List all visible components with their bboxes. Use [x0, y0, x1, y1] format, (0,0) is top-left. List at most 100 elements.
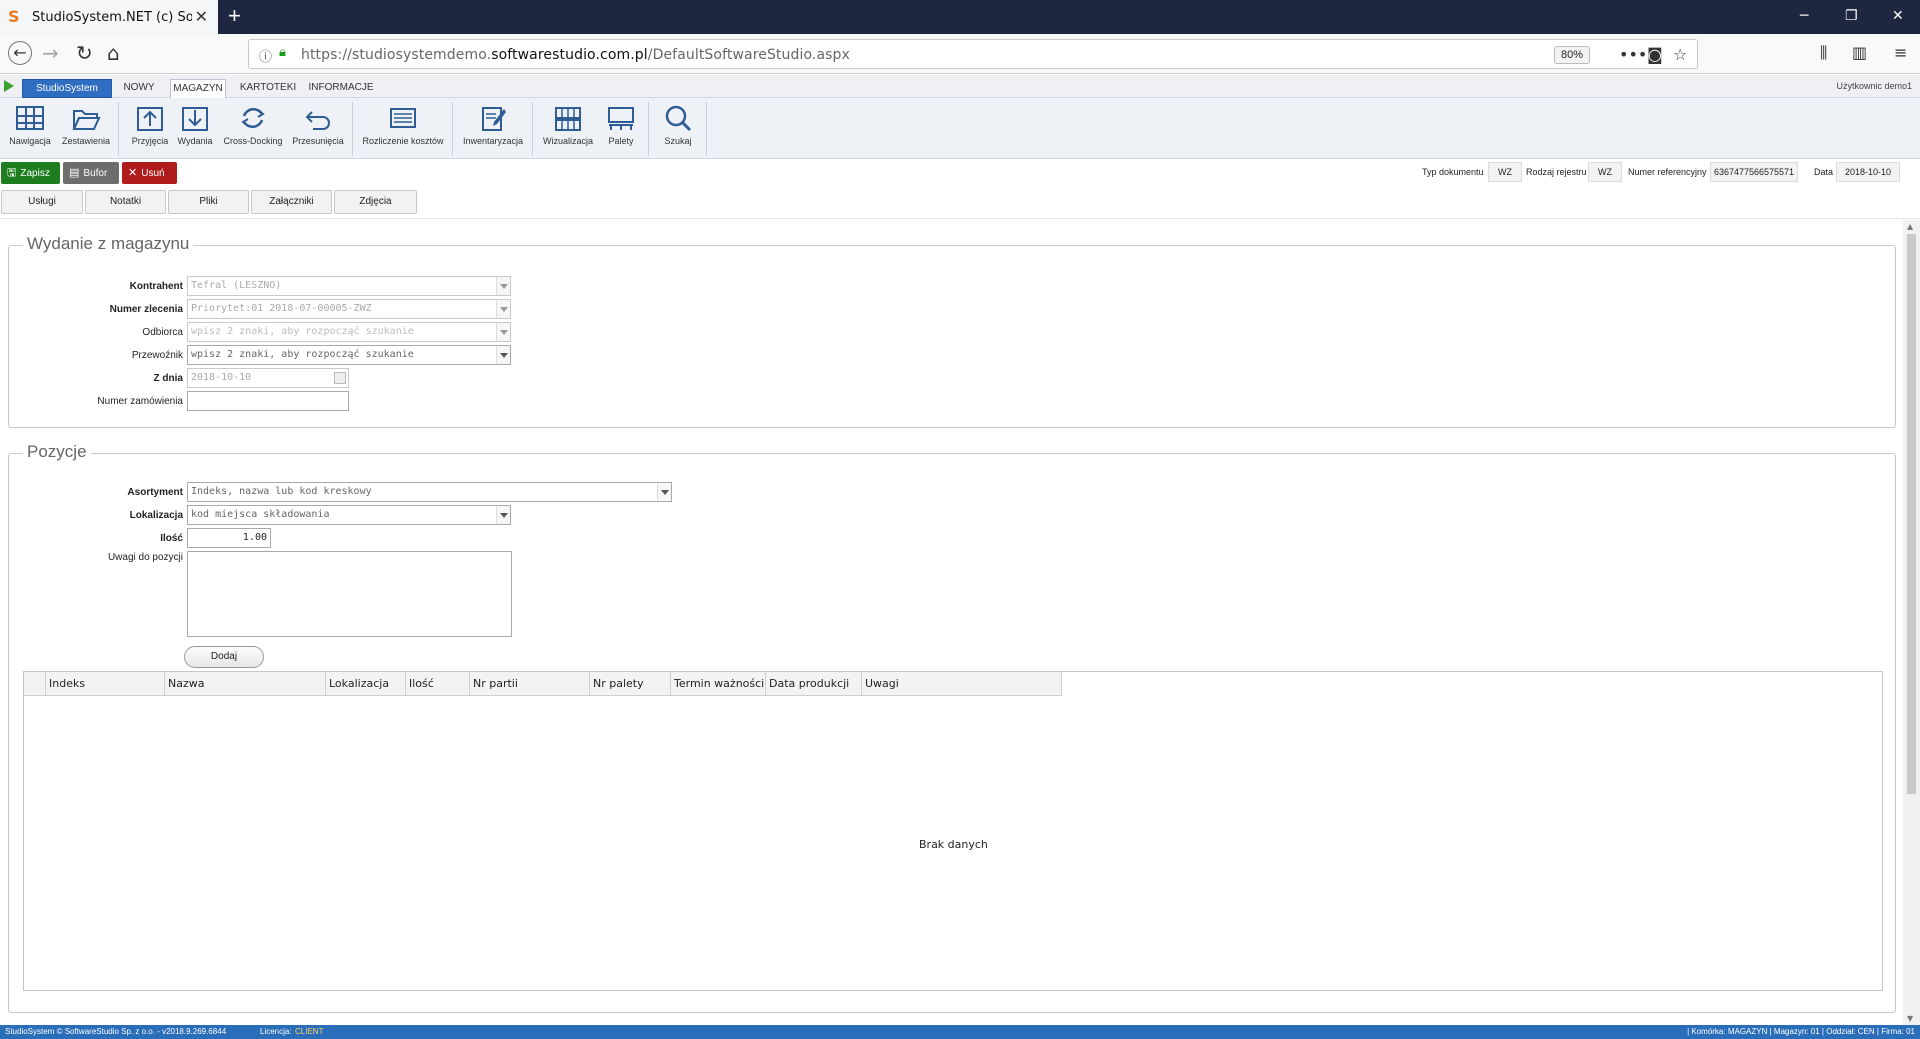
buffer-button[interactable]: ▤ Bufor [63, 162, 119, 184]
new-tab-icon[interactable]: + [228, 5, 241, 27]
grid-col-nr-palety[interactable]: Nr palety [590, 672, 671, 696]
ref-number-value: 636747756657557​1 [1710, 162, 1798, 182]
chevron-down-icon[interactable] [657, 483, 671, 501]
add-button[interactable]: Dodaj [184, 646, 264, 668]
lock-icon[interactable]: 🔒︎ [279, 45, 286, 60]
ribbon-separator [352, 102, 353, 156]
user-label: Użytkownic demo1 [1836, 81, 1912, 91]
scroll-up-icon[interactable]: ▲ [1907, 222, 1913, 231]
tab-close-icon[interactable]: ✕ [195, 7, 208, 27]
uwagi-label: Uwagi do pozycji [107, 552, 183, 563]
reload-icon[interactable]: ↻ [76, 42, 93, 64]
ribbon-palety-button[interactable]: Palety [600, 104, 642, 156]
back-icon[interactable]: ← [8, 41, 32, 65]
chevron-down-icon[interactable] [496, 323, 510, 341]
menu-icon[interactable]: ≡ [1894, 42, 1907, 64]
tab-magazyn[interactable]: MAGAZYN [170, 79, 226, 98]
purchase-order-field[interactable] [187, 391, 349, 411]
location-field[interactable]: kod miejsca składowania [187, 505, 511, 525]
ribbon-inwentaryzacja-button[interactable]: Inwentaryzacja [460, 104, 526, 156]
minimize-icon[interactable]: ─ [1800, 8, 1808, 24]
chevron-down-icon[interactable] [496, 506, 510, 524]
window-close-icon[interactable]: ✕ [1892, 8, 1904, 24]
scroll-down-icon[interactable]: ▼ [1907, 1014, 1913, 1023]
asortyment-label: Asortyment [127, 487, 183, 498]
tab-zalaczniki[interactable]: Załączniki [251, 190, 332, 214]
ribbon-szukaj-button[interactable]: Szukaj [656, 104, 700, 156]
tab-informacje[interactable]: INFORMACJE [308, 79, 374, 98]
grid-col-select[interactable] [24, 672, 46, 696]
vertical-scrollbar[interactable]: ▲ ▼ [1903, 220, 1920, 1025]
quantity-field[interactable]: 1.00 [187, 528, 271, 548]
grid-col-lokalizacja[interactable]: Lokalizacja [326, 672, 406, 696]
ribbon-nawigacja-button[interactable]: Nawigacja [6, 104, 54, 156]
date-value: 2018-10-10 [1836, 162, 1900, 182]
tab-kartoteki[interactable]: KARTOTEKI [238, 79, 298, 98]
delete-button[interactable]: ✕ Usuń [122, 162, 177, 184]
info-icon[interactable]: ⓘ [259, 46, 272, 65]
register-value: WZ [1588, 162, 1622, 182]
scrollbar-thumb[interactable] [1907, 234, 1916, 794]
tab-title: StudioSystem.NET (c) Software [32, 9, 192, 25]
chevron-down-icon[interactable] [496, 300, 510, 318]
ribbon-wizualizacja-button[interactable]: Wizualizacja [540, 104, 596, 156]
restore-icon[interactable]: ❐ [1845, 8, 1858, 24]
grid-col-data-produkcji[interactable]: Data produkcji [766, 672, 862, 696]
main-content: Wydanie z magazynu Kontrahent Tefral (LE… [0, 220, 1903, 1025]
grid-col-termin-waznosci[interactable]: Termin ważności [671, 672, 766, 696]
forward-icon[interactable]: → [42, 42, 59, 64]
tab-uslugi[interactable]: Usługi [1, 190, 83, 214]
grid-col-uwagi[interactable]: Uwagi [862, 672, 1062, 696]
tab-pliki[interactable]: Pliki [168, 190, 249, 214]
carrier-field[interactable]: wpisz 2 znaki, aby rozpocząć szukanie [187, 345, 511, 365]
url-text[interactable]: https://studiosystemdemo.softwarestudio.… [301, 47, 850, 63]
grid-col-nazwa[interactable]: Nazwa [165, 672, 326, 696]
grid-col-indeks[interactable]: Indeks [46, 672, 165, 696]
tab-nowy[interactable]: NOWY [118, 79, 160, 98]
sidebar-icon[interactable]: ▥ [1852, 42, 1867, 64]
issue-header-panel: Wydanie z magazynu Kontrahent Tefral (LE… [8, 234, 1896, 428]
clipboard-edit-icon [482, 107, 506, 131]
pocket-icon[interactable]: ◙ [1647, 45, 1663, 64]
grid-header: Indeks Nazwa Lokalizacja Ilość Nr partii… [24, 672, 1062, 696]
warehouse-racks-icon [16, 106, 44, 130]
tab-notatki[interactable]: Notatki [85, 190, 166, 214]
kontrahent-label: Kontrahent [129, 281, 183, 292]
odbiorca-label: Odbiorca [142, 327, 183, 338]
page-actions-icon[interactable]: ••• [1619, 45, 1647, 64]
calendar-icon[interactable] [334, 372, 346, 384]
save-button[interactable]: 🖫︎ Zapisz [1, 162, 60, 184]
position-notes-textarea[interactable] [187, 551, 512, 637]
ribbon-separator [532, 102, 533, 156]
status-bar: StudioSystem © SoftwareStudio Sp. z o.o.… [0, 1025, 1920, 1039]
date-field[interactable]: 2018-10-10 [187, 368, 349, 388]
empty-grid-message: Brak danych [919, 838, 988, 851]
ribbon-zestawienia-button[interactable]: Zestawienia [60, 104, 112, 156]
play-icon[interactable] [4, 80, 14, 92]
zoom-level[interactable]: 80% [1554, 46, 1590, 64]
kontrahent-field[interactable]: Tefral (LESZNO) [187, 276, 511, 296]
grid-col-nr-partii[interactable]: Nr partii [470, 672, 590, 696]
zlecenie-label: Numer zlecenia [109, 304, 183, 315]
ribbon-cross-docking-button[interactable]: Cross-Docking [222, 104, 284, 156]
ribbon-wydania-button[interactable]: Wydania [174, 104, 216, 156]
tab-studiosystem[interactable]: StudioSystem [22, 79, 112, 98]
assortment-field[interactable]: Indeks, nazwa lub kod kreskowy [187, 482, 672, 502]
doc-type-label: Typ dokumentu [1422, 167, 1484, 177]
ribbon-przesuniecia-button[interactable]: Przesunięcia [290, 104, 346, 156]
chevron-down-icon[interactable] [496, 277, 510, 295]
order-number-field[interactable]: Priorytet:01 2018-07-00005-ZWZ [187, 299, 511, 319]
grid-col-ilosc[interactable]: Ilość [406, 672, 470, 696]
tab-zdjecia[interactable]: Zdjęcia [334, 190, 417, 214]
browser-tab[interactable]: S StudioSystem.NET (c) Software ✕ [0, 0, 218, 34]
studiosystem-favicon-icon: S [8, 7, 20, 26]
bookmark-star-icon[interactable]: ☆ [1673, 45, 1687, 64]
recipient-field[interactable]: wpisz 2 znaki, aby rozpocząć szukanie [187, 322, 511, 342]
chevron-down-icon[interactable] [496, 346, 510, 364]
outbound-arrow-icon [182, 107, 208, 131]
library-icon[interactable]: ⫼ [1820, 42, 1827, 64]
home-icon[interactable]: ⌂ [107, 42, 120, 64]
ribbon-rozliczenie-kosztow-button[interactable]: Rozliczenie kosztów [360, 104, 446, 156]
ribbon-przyjecia-button[interactable]: Przyjęcia [128, 104, 172, 156]
address-bar[interactable]: ⓘ 🔒︎ https://studiosystemdemo.softwarest… [248, 39, 1698, 69]
